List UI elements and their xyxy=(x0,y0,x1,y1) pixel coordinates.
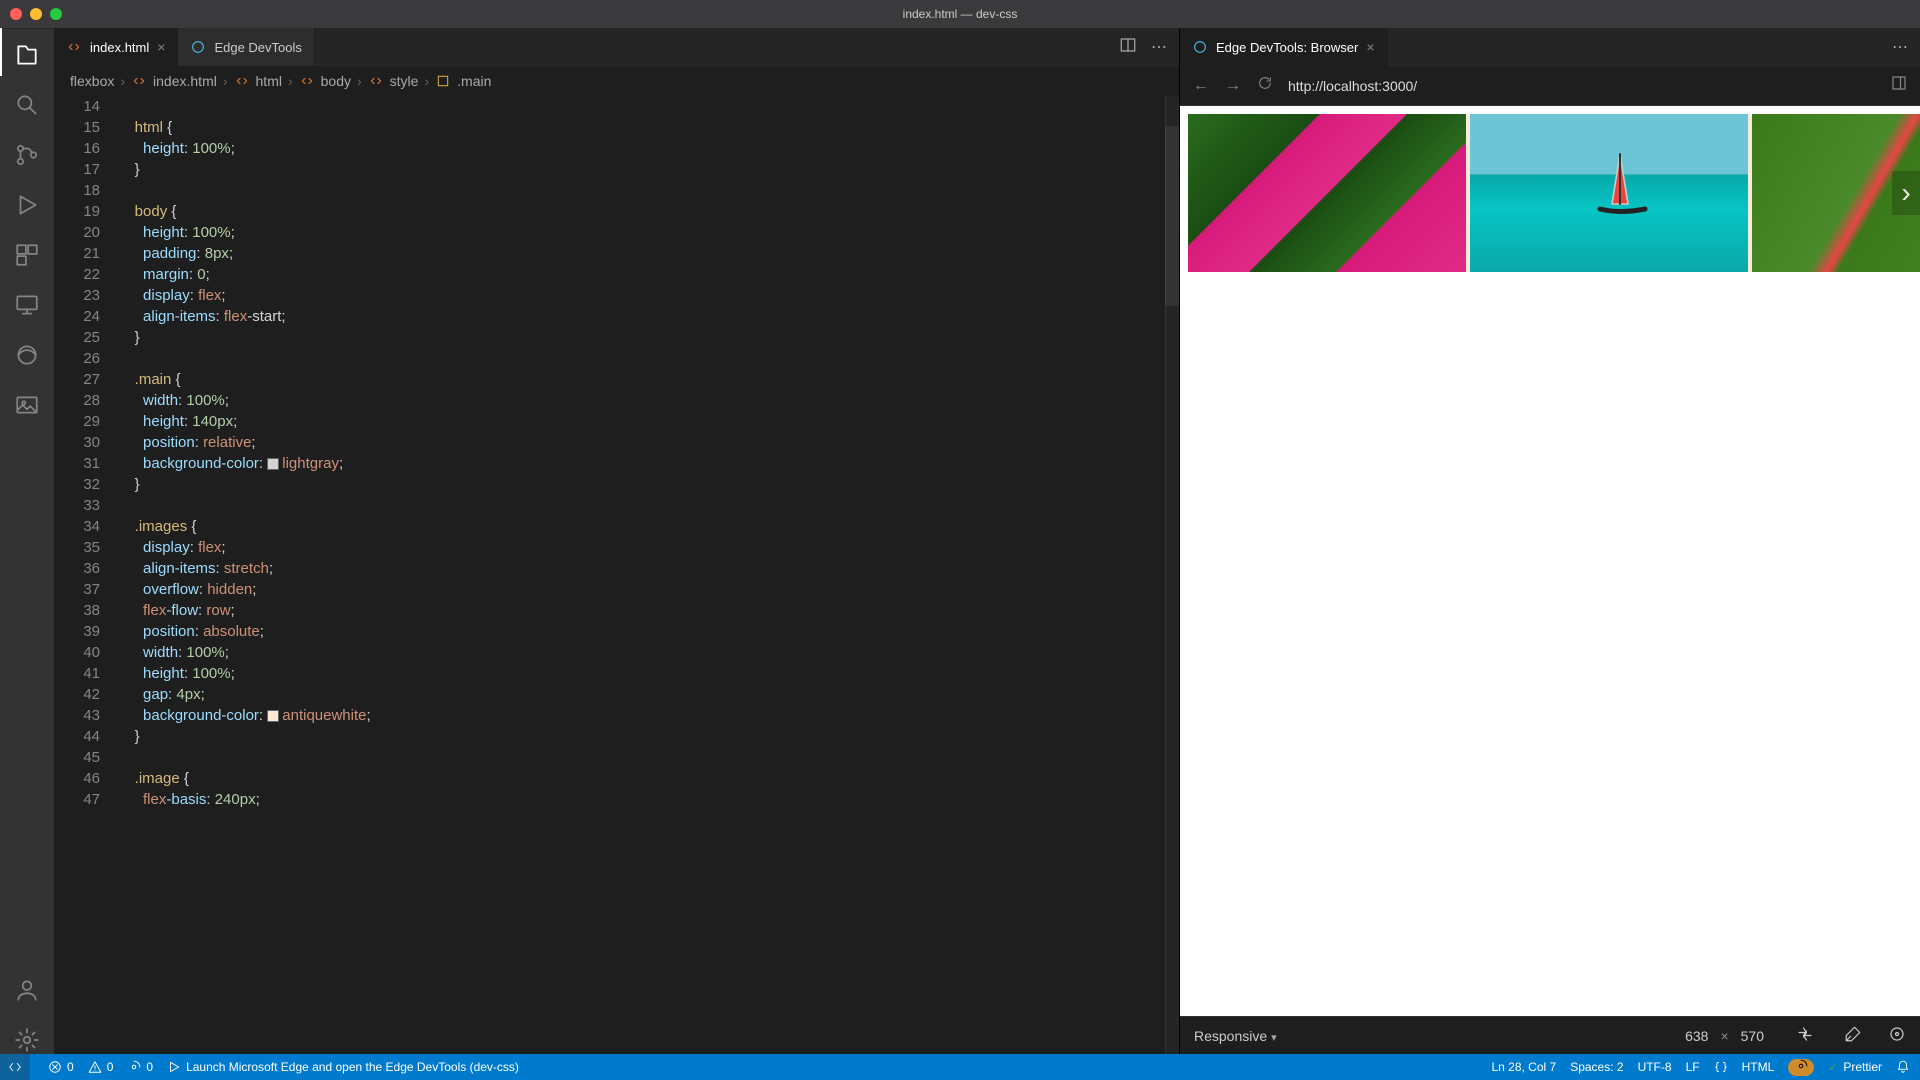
eol[interactable]: LF xyxy=(1686,1060,1700,1074)
maximize-window-icon[interactable] xyxy=(50,8,62,20)
line-gutter: 1415161718192021222324252627282930313233… xyxy=(54,96,118,1054)
edge-icon xyxy=(1192,39,1208,55)
tag-icon xyxy=(368,73,384,89)
status-bar: 0 0 0 Launch Microsoft Edge and open the… xyxy=(0,1054,1920,1080)
reload-icon[interactable] xyxy=(1256,75,1274,96)
preview-image xyxy=(1470,114,1748,272)
window-title: index.html — dev-css xyxy=(903,7,1018,21)
run-debug-icon[interactable] xyxy=(13,191,41,219)
back-icon[interactable]: ← xyxy=(1192,77,1210,95)
more-actions-icon[interactable]: ⋯ xyxy=(1151,37,1167,57)
tab-label: Edge DevTools xyxy=(214,40,301,55)
sailboat-icon xyxy=(1470,114,1748,272)
devtools-tabs: Edge DevTools: Browser × ⋯ xyxy=(1180,28,1920,66)
rotate-icon[interactable] xyxy=(1796,1025,1814,1046)
edge-icon xyxy=(190,39,206,55)
account-icon[interactable] xyxy=(13,976,41,1004)
minimap-slider[interactable] xyxy=(1165,126,1179,306)
selector-icon xyxy=(435,73,451,89)
extensions-icon[interactable] xyxy=(13,241,41,269)
encoding[interactable]: UTF-8 xyxy=(1638,1060,1672,1074)
remote-explorer-icon[interactable] xyxy=(13,291,41,319)
minimize-window-icon[interactable] xyxy=(30,8,42,20)
image-tool-icon[interactable] xyxy=(13,391,41,419)
tag-icon xyxy=(299,73,315,89)
viewport-height[interactable]: 570 xyxy=(1741,1028,1764,1044)
tab-index-html[interactable]: index.html × xyxy=(54,28,178,66)
tab-label: Edge DevTools: Browser xyxy=(1216,40,1358,55)
braces-icon[interactable] xyxy=(1714,1060,1728,1074)
forward-icon[interactable]: → xyxy=(1224,77,1242,95)
activity-bar xyxy=(0,28,54,1054)
code-editor[interactable]: 1415161718192021222324252627282930313233… xyxy=(54,96,1179,1054)
tab-label: index.html xyxy=(90,40,149,55)
carousel-next-icon[interactable]: › xyxy=(1892,171,1920,215)
screenshot-icon[interactable] xyxy=(1844,1025,1862,1046)
more-actions-icon[interactable]: ⋯ xyxy=(1892,37,1908,57)
browser-preview[interactable]: ‹ › xyxy=(1180,106,1920,1016)
indentation[interactable]: Spaces: 2 xyxy=(1570,1060,1623,1074)
errors-count[interactable]: 0 xyxy=(48,1060,74,1074)
editor-tabs: index.html × Edge DevTools ⋯ xyxy=(54,28,1179,66)
tag-icon xyxy=(234,73,250,89)
tab-devtools-browser[interactable]: Edge DevTools: Browser × xyxy=(1180,28,1388,66)
language-mode[interactable]: HTML xyxy=(1742,1060,1775,1074)
cursor-position[interactable]: Ln 28, Col 7 xyxy=(1491,1060,1556,1074)
html-file-icon xyxy=(131,73,147,89)
dimension-sep: × xyxy=(1720,1028,1728,1044)
close-tab-icon[interactable]: × xyxy=(157,39,165,55)
settings-gear-icon[interactable] xyxy=(13,1026,41,1054)
crumb[interactable]: .main xyxy=(457,73,491,89)
launch-edge-hint[interactable]: Launch Microsoft Edge and open the Edge … xyxy=(167,1060,519,1074)
image-carousel: ‹ › xyxy=(1188,114,1920,272)
device-toolbar: Responsive▾ 638 × 570 xyxy=(1180,1016,1920,1054)
close-tab-icon[interactable]: × xyxy=(1366,39,1374,55)
tab-edge-devtools[interactable]: Edge DevTools xyxy=(178,28,314,66)
remote-indicator[interactable] xyxy=(0,1054,30,1080)
prettier-status[interactable]: ✓Prettier xyxy=(1828,1060,1882,1074)
ports-count[interactable]: 0 xyxy=(127,1060,153,1074)
warnings-count[interactable]: 0 xyxy=(88,1060,114,1074)
breadcrumbs[interactable]: flexbox› index.html› html› body› style› … xyxy=(54,66,1179,96)
editor-actions: ⋯ xyxy=(1119,28,1179,66)
address-bar[interactable]: http://localhost:3000/ xyxy=(1288,78,1876,94)
inspect-icon[interactable] xyxy=(1888,1025,1906,1046)
minimap[interactable] xyxy=(1165,96,1179,1054)
search-icon[interactable] xyxy=(13,91,41,119)
html-file-icon xyxy=(66,39,82,55)
notifications-icon[interactable] xyxy=(1896,1060,1910,1074)
edge-tools-icon[interactable] xyxy=(13,341,41,369)
live-preview-badge[interactable] xyxy=(1788,1059,1814,1076)
code-content[interactable]: html { height: 100%; } body { height: 10… xyxy=(118,96,1165,1054)
viewport-width[interactable]: 638 xyxy=(1685,1028,1708,1044)
source-control-icon[interactable] xyxy=(13,141,41,169)
chevron-down-icon: ▾ xyxy=(1271,1032,1277,1044)
crumb[interactable]: body xyxy=(321,73,351,89)
split-editor-icon[interactable] xyxy=(1119,36,1137,59)
responsive-mode-selector[interactable]: Responsive▾ xyxy=(1194,1028,1277,1044)
preview-image xyxy=(1188,114,1466,272)
close-window-icon[interactable] xyxy=(10,8,22,20)
browser-toolbar: ← → http://localhost:3000/ xyxy=(1180,66,1920,106)
dock-icon[interactable] xyxy=(1890,74,1908,97)
crumb[interactable]: style xyxy=(390,73,419,89)
crumb[interactable]: html xyxy=(256,73,282,89)
explorer-icon[interactable] xyxy=(13,41,41,69)
crumb[interactable]: index.html xyxy=(153,73,217,89)
crumb[interactable]: flexbox xyxy=(70,73,114,89)
window-controls xyxy=(0,8,62,20)
window-titlebar: index.html — dev-css xyxy=(0,0,1920,28)
